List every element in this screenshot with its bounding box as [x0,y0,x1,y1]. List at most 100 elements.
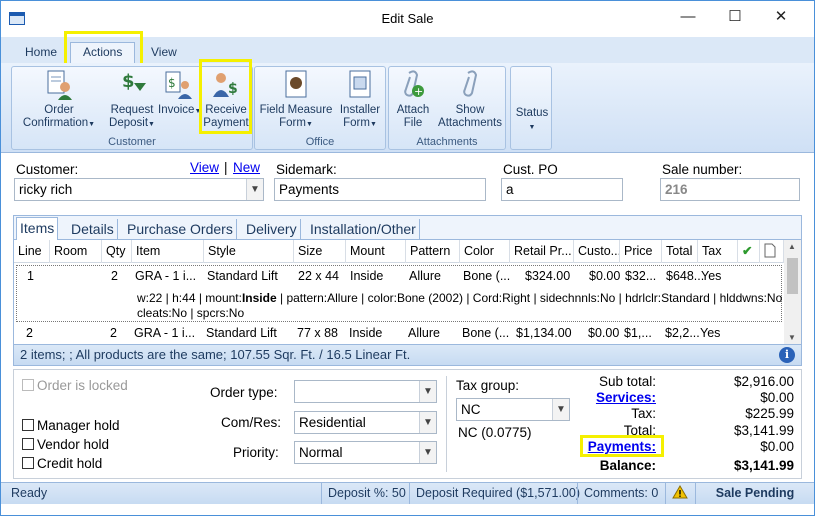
status-deposit-pct: Deposit %: 50 [321,483,412,504]
row-price: $1,... [624,326,652,340]
invoice-button[interactable]: $ Invoice▼ [158,69,201,118]
col-price[interactable]: Price [620,240,662,263]
scroll-thumb[interactable] [787,258,798,294]
sidemark-label: Sidemark: [276,162,337,177]
vendor-hold-checkbox[interactable]: Vendor hold [22,437,109,452]
request-deposit-button[interactable]: $ Request Deposit▼ [106,69,158,131]
sale-number-label: Sale number: [662,162,743,177]
payments-value: $0.00 [760,439,794,454]
col-size[interactable]: Size [294,240,346,263]
row-qty: 2 [111,269,118,283]
field-measure-icon [285,70,307,98]
customer-combobox[interactable]: ricky rich ▼ [14,178,264,201]
status-button[interactable]: Status ▼ [513,107,551,134]
tab-home[interactable]: Home [13,43,69,63]
minimize-button[interactable]: — [665,1,711,33]
col-total[interactable]: Total [662,240,698,263]
chevron-down-icon[interactable]: ▼ [419,412,436,433]
col-style[interactable]: Style [204,240,294,263]
tab-view[interactable]: View [139,43,189,63]
ribbon-group-attachments: + Attach File Show Attachments Attachmen… [388,66,506,150]
svg-text:$: $ [122,71,135,92]
attach-file-button[interactable]: + Attach File [391,69,435,130]
attachments-group-label: Attachments [416,136,478,148]
status-label: Status [515,107,549,119]
payments-link[interactable]: Payments: [574,439,656,454]
document-icon[interactable] [760,240,784,263]
warning-icon[interactable] [665,483,695,504]
com-res-label: Com/Res: [221,415,282,430]
cust-po-input[interactable]: a [501,178,623,201]
order-type-select[interactable]: ▼ [294,380,437,403]
close-button[interactable]: ✕ [758,1,804,33]
tab-delivery[interactable]: Delivery [243,219,301,240]
row-line: 2 [26,326,33,340]
show-attachments-button[interactable]: Show Attachments [435,69,505,130]
sidemark-input[interactable]: Payments [274,178,486,201]
services-link[interactable]: Services: [574,390,656,405]
cust-po-label: Cust. PO [503,162,558,177]
info-icon[interactable]: i [779,347,795,363]
services-value: $0.00 [760,390,794,405]
chevron-down-icon[interactable]: ▼ [246,179,263,200]
balance-value: $3,141.99 [733,458,794,473]
col-room[interactable]: Room [50,240,102,263]
row-size: 22 x 44 [298,269,340,283]
grid-summary: 2 items; ; All products are the same; 10… [14,344,801,365]
show-attachments-label: Show Attachments [438,104,502,129]
tab-purchase-orders[interactable]: Purchase Orders [124,219,237,240]
maximize-button[interactable]: ☐ [712,1,758,33]
tab-details[interactable]: Details [68,219,118,240]
row-tax: Yes [701,269,722,283]
priority-select[interactable]: Normal ▼ [294,441,437,464]
items-panel: Items Details Purchase Orders Delivery I… [13,215,802,366]
col-color[interactable]: Color [460,240,510,263]
col-line[interactable]: Line [14,240,50,263]
installer-form-button[interactable]: Installer Form▼ [335,69,385,131]
com-res-select[interactable]: Residential ▼ [294,411,437,434]
ribbon-group-customer: Order Confirmation▼ $ Request Deposit▼ $… [11,66,253,150]
scroll-down-icon[interactable]: ▼ [788,333,796,342]
manager-hold-checkbox[interactable]: Manager hold [22,418,120,433]
tax-rate-text: NC (0.0775) [458,425,532,440]
field-measure-form-button[interactable]: Field Measure Form▼ [257,69,335,131]
order-confirmation-button[interactable]: Order Confirmation▼ [16,69,102,131]
col-qty[interactable]: Qty [102,240,132,263]
tax-group-select[interactable]: NC ▼ [456,398,570,421]
total-label: Total: [623,423,656,438]
scroll-up-icon[interactable]: ▲ [788,242,796,251]
col-retail-price[interactable]: Retail Pr... [510,240,574,263]
chevron-down-icon[interactable]: ▼ [419,442,436,463]
col-custom[interactable]: Custo... [574,240,620,263]
credit-hold-checkbox[interactable]: Credit hold [22,456,102,471]
col-tax[interactable]: Tax [698,240,738,263]
row-detail-line2: cleats:No | spcrs:No [137,306,245,320]
customer-new-link[interactable]: New [233,160,260,175]
invoice-label: Invoice [158,104,195,116]
col-pattern[interactable]: Pattern [406,240,460,263]
svg-text:$: $ [228,81,238,97]
tab-actions[interactable]: Actions [70,42,136,63]
dollar-down-icon: $ [122,71,146,92]
tab-installation-other[interactable]: Installation/Other [307,219,420,240]
customer-group-label: Customer [108,136,156,148]
col-item[interactable]: Item [132,240,204,263]
receive-payment-button[interactable]: $ Receive Payment [202,69,250,130]
tab-items[interactable]: Items [16,217,59,240]
table-row[interactable]: 2 2 GRA - 1 i... Standard Lift 77 x 88 I… [16,324,782,344]
order-confirmation-label: Order Confirmation [22,104,89,129]
priority-label: Priority: [233,445,279,460]
row-tax: Yes [700,326,721,340]
chevron-down-icon[interactable]: ▼ [552,399,569,420]
row-style: Standard Lift [206,326,277,340]
chevron-down-icon[interactable]: ▼ [419,381,436,402]
checkmark-icon[interactable]: ✔ [738,240,760,263]
customer-view-link[interactable]: View [190,160,219,175]
table-row[interactable]: 1 2 GRA - 1 i... Standard Lift 22 x 44 I… [16,265,783,322]
col-mount[interactable]: Mount [346,240,406,263]
grid-scrollbar[interactable]: ▲ ▼ [784,240,801,344]
row-pattern: Allure [409,269,441,283]
tax-label: Tax: [631,406,656,421]
customer-label: Customer: [16,162,79,177]
row-color: Bone (... [462,326,510,340]
